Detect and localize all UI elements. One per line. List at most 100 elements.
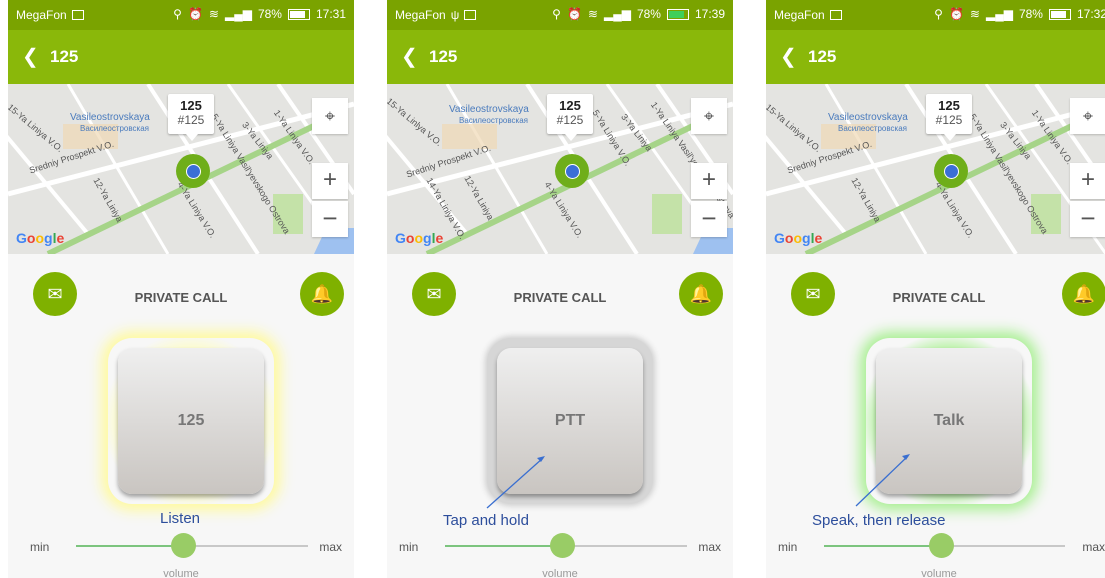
- location-icon: ⚲: [934, 7, 943, 21]
- crosshair-icon: ⌖: [703, 106, 715, 126]
- clock: 17:32: [1076, 7, 1105, 21]
- station-label-ru: Василеостровская: [459, 116, 528, 125]
- map-view[interactable]: Vasileostrovskaya Василеостровская 15-Ya…: [387, 84, 733, 254]
- signal-icon: ▂▄▆: [985, 7, 1013, 21]
- volume-min-label: min: [399, 540, 419, 554]
- alert-button[interactable]: 🔔: [1062, 272, 1105, 316]
- call-panel: ✉ PRIVATE CALL 🔔 Talk Speak, then releas…: [766, 254, 1105, 578]
- volume-min-label: min: [30, 540, 50, 554]
- volume-track-fill: [824, 545, 945, 547]
- carrier-label: MegaFon: [774, 8, 825, 22]
- page-title: 125: [429, 47, 458, 66]
- clock: 17:39: [694, 7, 725, 21]
- ptt-glow: PTT: [487, 338, 653, 504]
- my-location-button[interactable]: ⌖: [691, 98, 727, 134]
- volume-min-label: min: [778, 540, 798, 554]
- page-title: 125: [808, 47, 837, 66]
- crosshair-icon: ⌖: [1082, 106, 1094, 126]
- carrier-label: MegaFon: [16, 8, 67, 22]
- signal-icon: ▂▄▆: [603, 7, 631, 21]
- map-view[interactable]: Vasileostrovskaya Василеостровская 15-Ya…: [8, 84, 354, 254]
- station-label-ru: Василеостровская: [838, 124, 907, 133]
- wifi-icon: ≋: [969, 7, 980, 21]
- back-chevron-icon[interactable]: ❮: [401, 44, 418, 69]
- ptt-glow: Talk: [866, 338, 1032, 504]
- call-panel: ✉ PRIVATE CALL 🔔 125 Listen min max volu…: [8, 254, 354, 578]
- ptt-button[interactable]: Talk: [876, 348, 1022, 494]
- call-panel: ✉ PRIVATE CALL 🔔 PTT Tap and hold min ma…: [387, 254, 733, 578]
- user-location-marker[interactable]: [934, 154, 968, 188]
- volume-track-fill: [445, 545, 566, 547]
- app-bar: ❮ 125: [766, 30, 1105, 84]
- back-chevron-icon[interactable]: ❮: [780, 44, 797, 69]
- volume-max-label: max: [698, 540, 721, 554]
- google-logo: Google: [395, 230, 444, 246]
- status-bar: MegaFon ⚲ ⏰ ≋ ▂▄▆ 78% 17:32: [766, 0, 1105, 30]
- status-bar: MegaFon ⚲ ⏰ ≋ ▂▄▆ 78% 17:31: [8, 0, 354, 30]
- ptt-button[interactable]: 125: [118, 348, 264, 494]
- zoom-out-button[interactable]: −: [1070, 201, 1105, 237]
- zoom-in-button[interactable]: +: [312, 163, 348, 199]
- marker-callout[interactable]: 125 #125: [926, 94, 972, 141]
- volume-label: volume: [921, 568, 957, 578]
- callout-subtitle: #125: [556, 113, 584, 127]
- phone-screen-talk: MegaFon ⚲ ⏰ ≋ ▂▄▆ 78% 17:32 ❮ 125 Vasileostro…: [766, 0, 1105, 578]
- wifi-icon: ≋: [208, 7, 219, 21]
- clock: 17:31: [315, 7, 346, 21]
- map-view[interactable]: Vasileostrovskaya Василеостровская 15-Ya…: [766, 84, 1105, 254]
- image-notification-icon: [71, 10, 84, 20]
- status-bar: MegaFon ψ ⚲ ⏰ ≋ ▂▄▆ 78% 17:39: [387, 0, 733, 30]
- ptt-button[interactable]: PTT: [497, 348, 643, 494]
- marker-callout[interactable]: 125 #125: [168, 94, 214, 141]
- back-chevron-icon[interactable]: ❮: [22, 44, 39, 69]
- usb-icon: ψ: [450, 8, 460, 22]
- battery-icon: [1048, 8, 1071, 20]
- volume-slider-thumb[interactable]: [929, 533, 954, 558]
- page-title: 125: [50, 47, 79, 66]
- zoom-in-button[interactable]: +: [691, 163, 727, 199]
- bell-icon: 🔔: [1072, 284, 1096, 304]
- alarm-icon: ⏰: [566, 7, 582, 21]
- marker-callout[interactable]: 125 #125: [547, 94, 593, 141]
- google-logo: Google: [16, 230, 65, 246]
- alert-button[interactable]: 🔔: [679, 272, 723, 316]
- carrier-label: MegaFon: [395, 8, 446, 22]
- volume-max-label: max: [319, 540, 342, 554]
- instruction-caption: Listen: [160, 510, 201, 527]
- station-label-en: Vasileostrovskaya: [828, 112, 908, 123]
- zoom-out-button[interactable]: −: [312, 201, 348, 237]
- station-label-en: Vasileostrovskaya: [70, 112, 150, 123]
- image-notification-icon: [464, 10, 477, 20]
- instruction-caption: Speak, then release: [812, 512, 946, 529]
- alarm-icon: ⏰: [187, 7, 203, 21]
- phone-screen-ptt: MegaFon ψ ⚲ ⏰ ≋ ▂▄▆ 78% 17:39 ❮ 125 Vasileostr…: [387, 0, 733, 578]
- alert-button[interactable]: 🔔: [300, 272, 344, 316]
- volume-max-label: max: [1082, 540, 1105, 554]
- app-bar: ❮ 125: [387, 30, 733, 84]
- app-bar: ❮ 125: [8, 30, 354, 84]
- zoom-out-button[interactable]: −: [691, 201, 727, 237]
- my-location-button[interactable]: ⌖: [1070, 98, 1105, 134]
- instruction-caption: Tap and hold: [443, 512, 529, 529]
- bell-icon: 🔔: [689, 284, 713, 304]
- user-location-marker[interactable]: [555, 154, 589, 188]
- battery-percent: 78%: [636, 7, 661, 21]
- call-type-label: PRIVATE CALL: [892, 290, 986, 305]
- wifi-icon: ≋: [587, 7, 598, 21]
- my-location-button[interactable]: ⌖: [312, 98, 348, 134]
- station-label-ru: Василеостровская: [80, 124, 149, 133]
- image-notification-icon: [829, 10, 842, 20]
- ptt-glow: 125: [108, 338, 274, 504]
- volume-slider-thumb[interactable]: [171, 533, 196, 558]
- user-location-marker[interactable]: [176, 154, 210, 188]
- callout-title: 125: [180, 98, 202, 113]
- callout-title: 125: [559, 98, 581, 113]
- google-logo: Google: [774, 230, 823, 246]
- battery-icon: [287, 8, 310, 20]
- volume-label: volume: [163, 568, 199, 578]
- zoom-in-button[interactable]: +: [1070, 163, 1105, 199]
- location-icon: ⚲: [173, 7, 182, 21]
- battery-charging-icon: [666, 8, 689, 20]
- callout-title: 125: [938, 98, 960, 113]
- volume-slider-thumb[interactable]: [550, 533, 575, 558]
